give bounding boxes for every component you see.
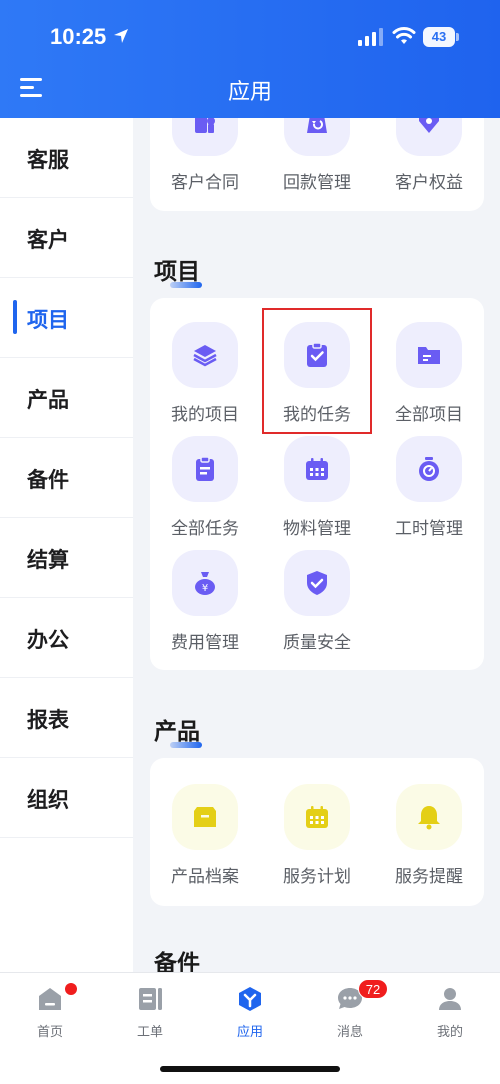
sidebar-item-settlement[interactable]: 结算 bbox=[0, 518, 133, 598]
app-tile-customer-contract[interactable]: 客户合同 bbox=[150, 118, 260, 200]
sidebar-item-customer-service[interactable]: 客服 bbox=[0, 118, 133, 198]
app-header: 10:25 43 应用 bbox=[0, 0, 500, 118]
profile-icon bbox=[439, 988, 461, 1010]
sidebar-item-project[interactable]: 项目 bbox=[0, 278, 133, 358]
sidebar-item-spare-parts[interactable]: 备件 bbox=[0, 438, 133, 518]
battery-level: 43 bbox=[423, 27, 455, 47]
product-apps-card: 产品档案 服务计划 服务提醒 bbox=[150, 758, 484, 906]
sidebar-item-office[interactable]: 办公 bbox=[0, 598, 133, 678]
sidebar-item-label: 产品 bbox=[27, 388, 69, 412]
calendar-grid-icon bbox=[284, 436, 350, 502]
app-tile-payment-collection[interactable]: 回款管理 bbox=[262, 118, 372, 200]
category-sidebar: 客服 客户 项目 产品 备件 结算 办公 报表 组织 bbox=[0, 118, 133, 972]
section-title-text: 产品 bbox=[154, 719, 200, 745]
app-tile-label: 费用管理 bbox=[171, 633, 239, 653]
tab-label: 首页 bbox=[36, 1025, 63, 1040]
layers-icon bbox=[172, 322, 238, 388]
app-tile-label: 质量安全 bbox=[283, 633, 351, 653]
wifi-icon bbox=[392, 27, 416, 44]
section-title-product: 产品 bbox=[154, 712, 202, 748]
svg-text:¥: ¥ bbox=[202, 583, 208, 594]
tab-messages[interactable]: 72 消息 bbox=[300, 973, 400, 1053]
sidebar-item-label: 客服 bbox=[27, 148, 69, 172]
bell-icon bbox=[396, 784, 462, 850]
sidebar-item-label: 备件 bbox=[27, 468, 69, 492]
page-title: 应用 bbox=[227, 80, 272, 105]
folder-icon bbox=[396, 322, 462, 388]
list-clipboard-icon bbox=[172, 436, 238, 502]
app-tile-label: 物料管理 bbox=[283, 519, 351, 539]
sidebar-item-label: 办公 bbox=[27, 628, 69, 652]
highlight-box bbox=[262, 308, 372, 434]
app-tile-work-hours-management[interactable]: 工时管理 bbox=[374, 436, 484, 546]
contract-icon bbox=[172, 118, 238, 156]
app-tile-label: 工时管理 bbox=[395, 519, 463, 539]
status-bar: 10:25 43 bbox=[0, 0, 500, 70]
home-indicator bbox=[160, 1066, 340, 1072]
sidebar-item-label: 项目 bbox=[27, 308, 69, 332]
battery-indicator: 43 bbox=[423, 27, 459, 47]
tab-label: 消息 bbox=[336, 1025, 363, 1040]
cellular-signal-icon bbox=[358, 28, 383, 46]
app-tile-label: 服务提醒 bbox=[395, 867, 463, 887]
app-tile-all-tasks[interactable]: 全部任务 bbox=[150, 436, 260, 546]
sidebar-item-label: 报表 bbox=[27, 708, 69, 732]
app-tile-product-archive[interactable]: 产品档案 bbox=[150, 784, 260, 894]
tab-label: 我的 bbox=[436, 1025, 463, 1040]
section-title-text: 备件 bbox=[154, 951, 200, 972]
app-tile-material-management[interactable]: 物料管理 bbox=[262, 436, 372, 546]
sidebar-item-product[interactable]: 产品 bbox=[0, 358, 133, 438]
tab-label: 应用 bbox=[236, 1025, 263, 1040]
sidebar-item-customer[interactable]: 客户 bbox=[0, 198, 133, 278]
app-tile-label: 回款管理 bbox=[283, 173, 351, 193]
money-bag-icon: ¥ bbox=[172, 550, 238, 616]
app-tile-label: 我的项目 bbox=[171, 405, 239, 425]
app-grid-content[interactable]: 客户合同 回款管理 客户权益 项目 我的项目 我的任务 全部项目 全部任务 物料… bbox=[133, 118, 500, 972]
sidebar-item-label: 结算 bbox=[27, 548, 69, 572]
battery-cap bbox=[456, 33, 459, 41]
status-time: 10:25 bbox=[50, 24, 107, 49]
app-tile-all-projects[interactable]: 全部项目 bbox=[374, 322, 484, 432]
section-title-spare-parts: 备件 bbox=[154, 944, 200, 972]
project-apps-card: 我的项目 我的任务 全部项目 全部任务 物料管理 工时管理 ¥ 费用管理 质量安… bbox=[150, 298, 484, 670]
app-tile-label: 产品档案 bbox=[171, 867, 239, 887]
app-tile-my-projects[interactable]: 我的项目 bbox=[150, 322, 260, 432]
tab-work-orders[interactable]: 工单 bbox=[100, 973, 200, 1053]
customer-apps-card: 客户合同 回款管理 客户权益 bbox=[150, 118, 484, 211]
app-tile-service-reminder[interactable]: 服务提醒 bbox=[374, 784, 484, 894]
sidebar-item-label: 客户 bbox=[27, 228, 69, 252]
archive-box-icon bbox=[172, 784, 238, 850]
tab-home[interactable]: 首页 bbox=[0, 973, 100, 1053]
sidebar-item-label: 组织 bbox=[27, 788, 69, 812]
app-tile-quality-safety[interactable]: 质量安全 bbox=[262, 550, 372, 660]
sidebar-item-reports[interactable]: 报表 bbox=[0, 678, 133, 758]
calendar-icon bbox=[284, 784, 350, 850]
work-order-icon bbox=[139, 988, 162, 1010]
app-tile-label: 全部项目 bbox=[395, 405, 463, 425]
sidebar-item-organization[interactable]: 组织 bbox=[0, 758, 133, 838]
app-tile-customer-rights[interactable]: 客户权益 bbox=[374, 118, 484, 200]
app-tile-label: 客户合同 bbox=[171, 173, 239, 193]
app-tile-label: 服务计划 bbox=[283, 867, 351, 887]
apps-icon bbox=[239, 987, 261, 1011]
app-tile-label: 客户权益 bbox=[395, 173, 463, 193]
section-title-project: 项目 bbox=[154, 252, 202, 288]
unread-badge: 72 bbox=[358, 979, 388, 999]
tab-profile[interactable]: 我的 bbox=[400, 973, 500, 1053]
location-arrow-icon bbox=[114, 29, 128, 43]
home-icon bbox=[39, 988, 61, 1010]
rights-icon bbox=[396, 118, 462, 156]
tab-apps[interactable]: 应用 bbox=[200, 973, 300, 1053]
app-tile-label: 全部任务 bbox=[171, 519, 239, 539]
shield-check-icon bbox=[284, 550, 350, 616]
stopwatch-icon bbox=[396, 436, 462, 502]
notification-dot bbox=[65, 983, 77, 995]
app-tile-expense-management[interactable]: ¥ 费用管理 bbox=[150, 550, 260, 660]
active-indicator bbox=[13, 300, 17, 334]
payment-return-icon bbox=[284, 118, 350, 156]
app-tile-service-plan[interactable]: 服务计划 bbox=[262, 784, 372, 894]
tab-label: 工单 bbox=[136, 1025, 163, 1040]
section-title-text: 项目 bbox=[154, 259, 200, 285]
